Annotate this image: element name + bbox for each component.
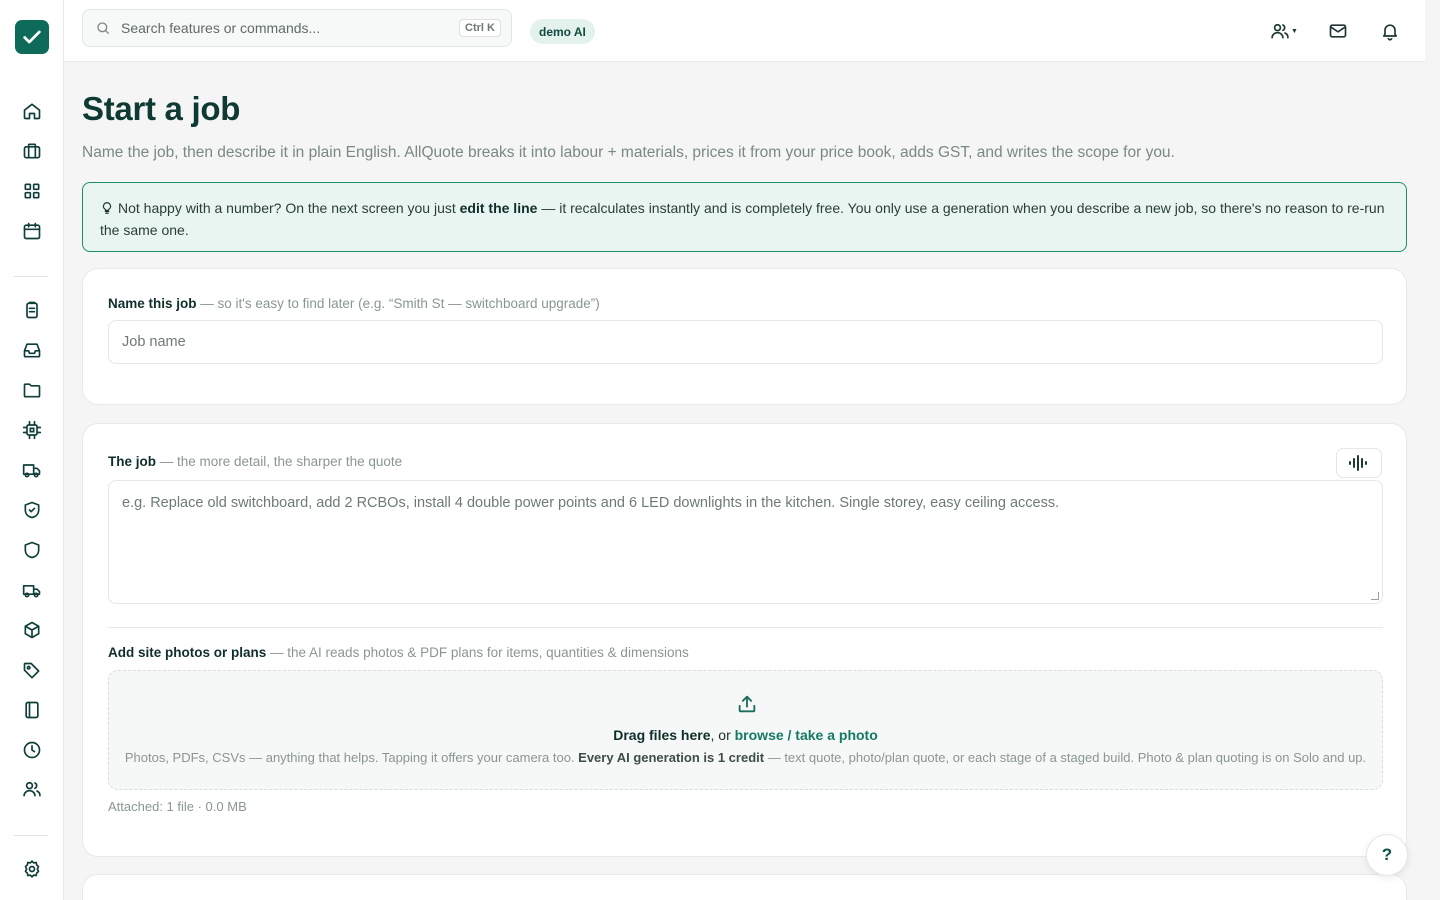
next-card <box>82 874 1407 900</box>
checkmark-logo-icon <box>23 30 41 44</box>
tag-icon[interactable] <box>20 659 44 683</box>
home-icon[interactable] <box>20 99 44 123</box>
bell-icon[interactable] <box>1377 18 1403 44</box>
tip-text: Not happy with a number? On the next scr… <box>118 200 460 216</box>
search-icon <box>97 22 109 34</box>
demo-ai-badge: demo AI <box>530 19 595 44</box>
job-description-textarea[interactable]: e.g. Replace old switchboard, add 2 RCBO… <box>108 480 1383 604</box>
top-bar: Search features or commands... Ctrl K de… <box>64 0 1425 62</box>
job-name-label: Name this job — so it's easy to find lat… <box>108 296 600 311</box>
team-icon <box>1271 23 1289 39</box>
upload-icon <box>738 695 756 713</box>
sidebar <box>0 0 64 900</box>
book-icon[interactable] <box>20 698 44 722</box>
app-logo[interactable] <box>15 20 49 54</box>
resize-handle[interactable] <box>1371 592 1379 600</box>
inbox-icon[interactable] <box>20 338 44 362</box>
mail-icon[interactable] <box>1325 18 1351 44</box>
calendar-icon[interactable] <box>20 219 44 243</box>
clock-icon[interactable] <box>20 738 44 762</box>
browse-files-link[interactable]: browse / take a photo <box>735 727 878 743</box>
job-description-label: The job — the more detail, the sharper t… <box>108 454 403 469</box>
grid-icon[interactable] <box>20 179 44 203</box>
settings-icon[interactable] <box>20 857 44 881</box>
waveform-icon <box>1349 455 1367 471</box>
dropzone-help-text: Photos, PDFs, CSVs — anything that helps… <box>124 750 1367 765</box>
briefcase-icon[interactable] <box>20 139 44 163</box>
sidebar-divider <box>14 276 48 277</box>
search-input[interactable]: Search features or commands... <box>121 20 459 36</box>
job-details-card: The job — the more detail, the sharper t… <box>82 423 1407 857</box>
team-switcher[interactable]: ▼ <box>1267 18 1301 44</box>
chevron-down-icon: ▼ <box>1291 27 1298 35</box>
delivery-truck-icon[interactable] <box>20 578 44 602</box>
job-name-placeholder: Job name <box>122 334 186 350</box>
attached-files-status: Attached: 1 file · 0.0 MB <box>108 799 247 814</box>
job-name-input[interactable]: Job name <box>108 320 1383 364</box>
sidebar-divider <box>14 835 48 836</box>
help-button[interactable]: ? <box>1366 834 1408 876</box>
job-name-card: Name this job — so it's easy to find lat… <box>82 268 1407 405</box>
scrollbar-gutter <box>1425 0 1440 900</box>
box-icon[interactable] <box>20 618 44 642</box>
photos-label: Add site photos or plans — the AI reads … <box>108 645 689 660</box>
shield-icon[interactable] <box>20 538 44 562</box>
job-description-placeholder: e.g. Replace old switchboard, add 2 RCBO… <box>122 495 1060 511</box>
section-divider <box>108 627 1383 628</box>
truck-icon[interactable] <box>20 458 44 482</box>
voice-input-button[interactable] <box>1336 448 1382 478</box>
page-title: Start a job <box>82 90 241 127</box>
tip-emphasis: edit the line <box>459 200 538 216</box>
clipboard-icon[interactable] <box>20 298 44 322</box>
users-icon[interactable] <box>20 777 44 801</box>
chip-icon[interactable] <box>20 418 44 442</box>
command-search[interactable]: Search features or commands... Ctrl K <box>82 9 512 47</box>
folder-icon[interactable] <box>20 378 44 402</box>
page-subtitle: Name the job, then describe it in plain … <box>82 144 1175 161</box>
lightbulb-icon <box>102 202 112 214</box>
file-dropzone[interactable]: Drag files here, or browse / take a phot… <box>108 670 1383 790</box>
shield-check-icon[interactable] <box>20 498 44 522</box>
dropzone-instructions: Drag files here, or browse / take a phot… <box>613 727 878 743</box>
tip-banner: Not happy with a number? On the next scr… <box>82 182 1407 252</box>
keyboard-shortcut-badge: Ctrl K <box>459 19 501 37</box>
